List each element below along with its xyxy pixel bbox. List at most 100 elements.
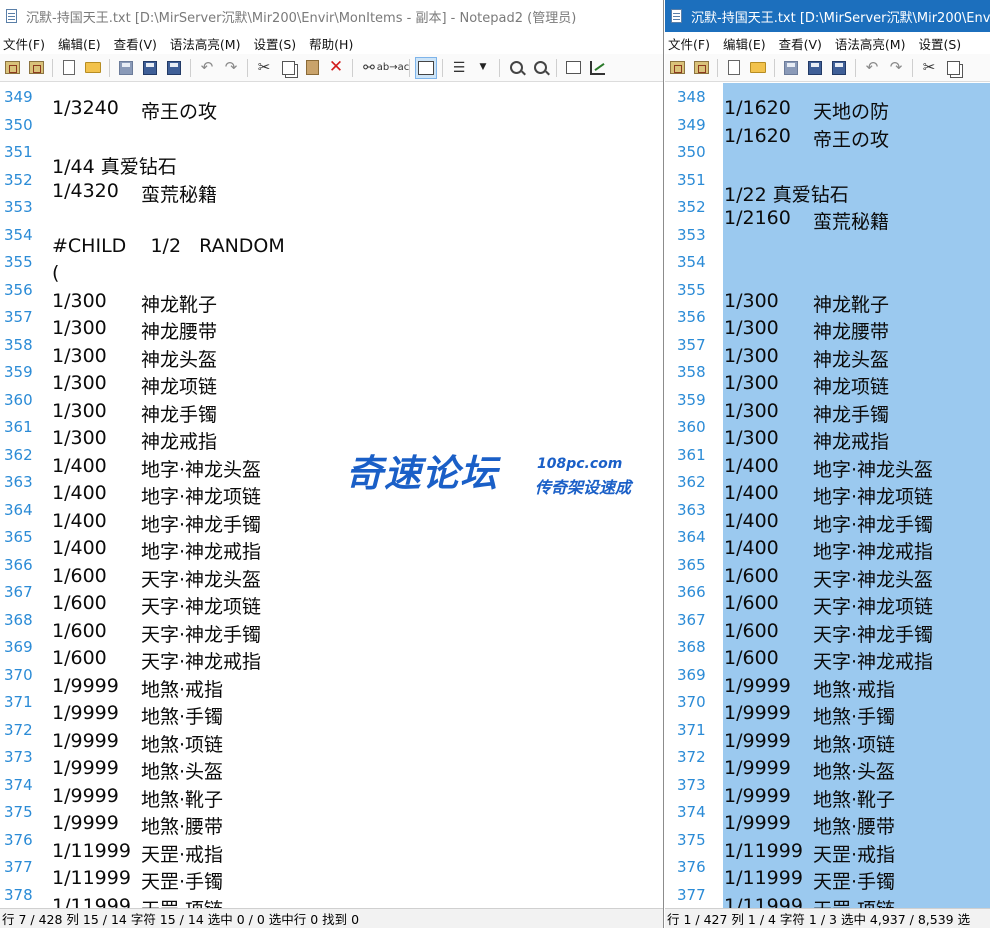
code-line[interactable]: 361 1/300 神龙戒指 — [0, 414, 663, 453]
code-line[interactable]: 350 — [0, 111, 663, 139]
code-line[interactable]: 375 1/9999 地煞·腰带 — [0, 799, 663, 838]
code-line[interactable]: 359 1/300 神龙手镯 — [665, 386, 990, 426]
code-line[interactable]: 364 1/400 地字·神龙手镯 — [0, 496, 663, 536]
code-line[interactable]: 360 1/300 神龙手镯 — [0, 386, 663, 426]
save-copy-button[interactable] — [828, 57, 850, 79]
cut-button[interactable]: ✂ — [253, 57, 275, 79]
browse-button[interactable] — [690, 57, 712, 79]
zoom-in-button[interactable] — [505, 57, 527, 79]
code-line[interactable]: 356 1/300 神龙腰带 — [665, 304, 990, 343]
code-line[interactable]: 378 1/11999 天罡·项链 — [0, 881, 663, 908]
code-line[interactable]: 368 1/600 天字·神龙戒指 — [665, 634, 990, 673]
scheme-config-button[interactable] — [562, 57, 584, 79]
copy-button[interactable] — [942, 57, 964, 79]
menu-syntax[interactable]: 语法高亮(M) — [832, 34, 912, 53]
code-line[interactable]: 349 1/3240 帝王の攻 — [0, 84, 663, 123]
code-line[interactable]: 377 1/11999 天罡·手镯 — [0, 854, 663, 893]
code-line[interactable]: 352 1/4320 蛮荒秘籍 — [0, 166, 663, 206]
code-line[interactable]: 355( — [0, 249, 663, 284]
code-line[interactable]: 362 1/400 地字·神龙项链 — [665, 469, 990, 508]
code-line[interactable]: 361 1/400 地字·神龙头盔 — [665, 441, 990, 481]
redo-button[interactable]: ↷ — [885, 57, 907, 79]
code-line[interactable]: 371 1/9999 地煞·手镯 — [0, 689, 663, 728]
scheme-button[interactable]: ☰ — [448, 57, 470, 79]
new-button[interactable] — [723, 57, 745, 79]
paste-button[interactable] — [301, 57, 323, 79]
code-line[interactable]: 358 1/300 神龙头盔 — [0, 331, 663, 371]
save-button[interactable] — [115, 57, 137, 79]
scheme-dropdown[interactable]: ▼ — [472, 57, 494, 79]
right-titlebar[interactable]: 沉默-持国天王.txt [D:\MirServer沉默\Mir200\Envir — [665, 0, 990, 32]
open-button[interactable] — [747, 57, 769, 79]
code-line[interactable]: 353 — [0, 194, 663, 222]
code-line[interactable]: 363 1/400 地字·神龙手镯 — [665, 496, 990, 536]
code-line[interactable]: 357 1/300 神龙腰带 — [0, 304, 663, 343]
zoom-out-button[interactable] — [529, 57, 551, 79]
code-line[interactable]: 372 1/9999 地煞·项链 — [0, 716, 663, 756]
code-line[interactable]: 373 1/9999 地煞·头盔 — [0, 744, 663, 783]
code-line[interactable]: 367 1/600 天字·神龙项链 — [0, 579, 663, 618]
code-line[interactable]: 368 1/600 天字·神龙手镯 — [0, 606, 663, 646]
code-line[interactable]: 359 1/300 神龙项链 — [0, 359, 663, 398]
code-line[interactable]: 351 1/44 真爱钻石 — [0, 139, 663, 178]
code-line[interactable]: 355 1/300 神龙靴子 — [665, 276, 990, 316]
customize-button[interactable] — [586, 57, 608, 79]
code-line[interactable]: 350 — [665, 139, 990, 167]
menu-edit[interactable]: 编辑(E) — [720, 34, 772, 53]
menu-view[interactable]: 查看(V) — [111, 34, 163, 53]
menu-edit[interactable]: 编辑(E) — [55, 34, 107, 53]
left-editor[interactable]: 349 1/3240 帝王の攻 350 351 1/44 真爱钻石 352 1/4320 蛮荒秘… — [0, 83, 663, 908]
code-line[interactable]: 348 1/1620 天地の防 — [665, 84, 990, 123]
copy-button[interactable] — [277, 57, 299, 79]
undo-button[interactable]: ↶ — [861, 57, 883, 79]
code-line[interactable]: 360 1/300 神龙戒指 — [665, 414, 990, 453]
menu-settings[interactable]: 设置(S) — [250, 34, 302, 53]
menu-file[interactable]: 文件(F) — [0, 34, 51, 53]
mini-tool-button[interactable] — [666, 57, 688, 79]
save-as-button[interactable] — [804, 57, 826, 79]
code-line[interactable]: 364 1/400 地字·神龙戒指 — [665, 524, 990, 563]
code-line[interactable]: 351 1/22 真爱钻石 — [665, 166, 990, 206]
word-wrap-button[interactable] — [415, 56, 437, 79]
code-line[interactable]: 375 1/11999 天罡·戒指 — [665, 826, 990, 866]
code-line[interactable]: 357 1/300 神龙头盔 — [665, 331, 990, 371]
new-button[interactable] — [58, 57, 80, 79]
save-button[interactable] — [780, 57, 802, 79]
code-line[interactable]: 353 — [665, 221, 990, 249]
code-line[interactable]: 369 1/600 天字·神龙戒指 — [0, 634, 663, 673]
code-line[interactable]: 365 1/400 地字·神龙戒指 — [0, 524, 663, 563]
code-line[interactable]: 370 1/9999 地煞·戒指 — [0, 661, 663, 701]
code-line[interactable]: 352 1/2160 蛮荒秘籍 — [665, 194, 990, 233]
delete-button[interactable]: ✕ — [325, 57, 347, 79]
left-titlebar[interactable]: 沉默-持国天王.txt [D:\MirServer沉默\Mir200\Envir… — [0, 0, 663, 32]
browse-button[interactable] — [25, 57, 47, 79]
code-line[interactable]: 358 1/300 神龙项链 — [665, 359, 990, 398]
cut-button[interactable]: ✂ — [918, 57, 940, 79]
code-line[interactable]: 363 1/400 地字·神龙项链 — [0, 469, 663, 508]
code-line[interactable]: 374 1/9999 地煞·靴子 — [0, 771, 663, 811]
code-line[interactable]: 362 1/400 地字·神龙头盔 — [0, 441, 663, 481]
code-line[interactable]: 367 1/600 天字·神龙手镯 — [665, 606, 990, 646]
undo-button[interactable]: ↶ — [196, 57, 218, 79]
save-copy-button[interactable] — [163, 57, 185, 79]
menu-file[interactable]: 文件(F) — [665, 34, 716, 53]
code-line[interactable]: 376 1/11999 天罡·手镯 — [665, 854, 990, 893]
code-line[interactable]: 356 1/300 神龙靴子 — [0, 276, 663, 316]
menu-view[interactable]: 查看(V) — [776, 34, 828, 53]
menu-settings[interactable]: 设置(S) — [915, 34, 967, 53]
right-editor[interactable]: 348 1/1620 天地の防 349 1/1620 帝王の攻 350 351 1/22 真爱钻… — [665, 83, 990, 908]
code-line[interactable]: 365 1/600 天字·神龙头盔 — [665, 551, 990, 591]
code-line[interactable]: 354 #CHILD 1/2 RANDOM — [0, 221, 663, 257]
open-button[interactable] — [82, 57, 104, 79]
code-line[interactable]: 371 1/9999 地煞·项链 — [665, 716, 990, 756]
replace-button[interactable]: ab→ac — [377, 57, 409, 79]
code-line[interactable]: 369 1/9999 地煞·戒指 — [665, 661, 990, 701]
code-line[interactable]: 377 1/11999 天罡·项链 — [665, 881, 990, 908]
menu-syntax[interactable]: 语法高亮(M) — [167, 34, 247, 53]
code-line[interactable]: 370 1/9999 地煞·手镯 — [665, 689, 990, 728]
code-line[interactable]: 376 1/11999 天罡·戒指 — [0, 826, 663, 866]
code-line[interactable]: 349 1/1620 帝王の攻 — [665, 111, 990, 151]
code-line[interactable]: 354 — [665, 249, 990, 277]
code-line[interactable]: 366 1/600 天字·神龙头盔 — [0, 551, 663, 591]
code-line[interactable]: 374 1/9999 地煞·腰带 — [665, 799, 990, 838]
